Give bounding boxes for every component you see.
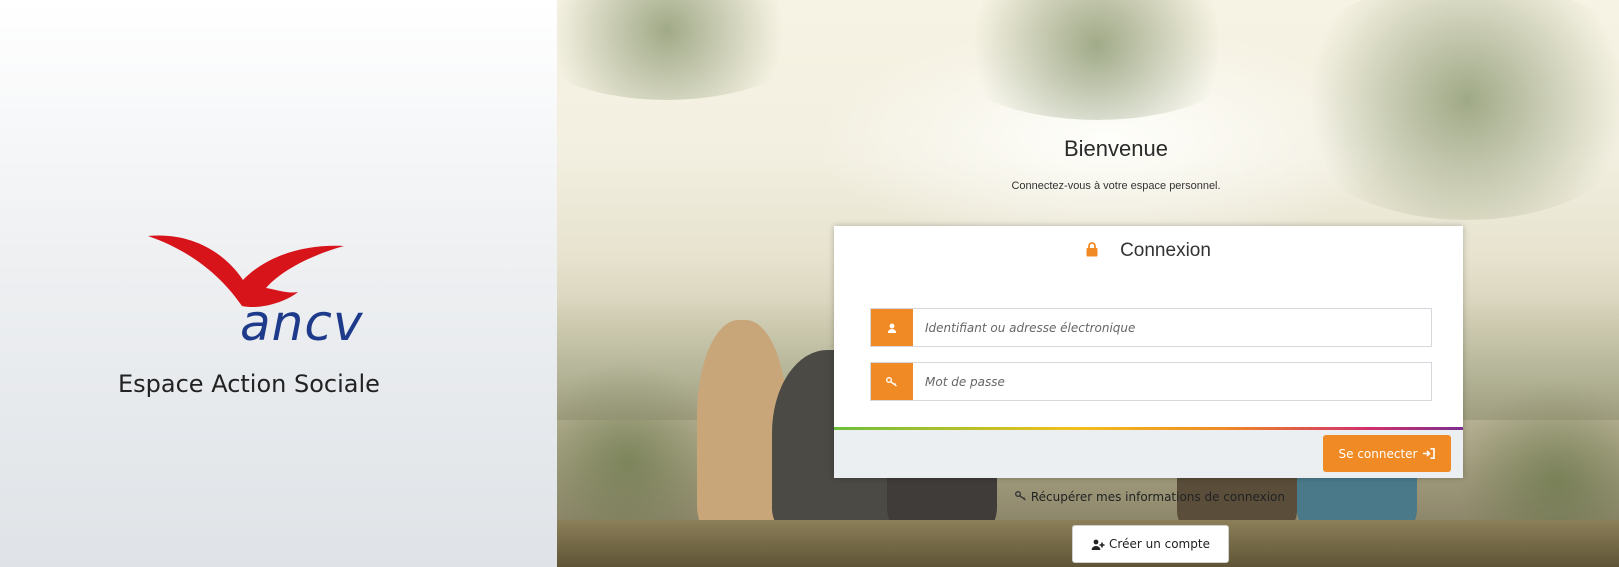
- login-card-title: Connexion: [1120, 240, 1211, 261]
- login-card-footer: Se connecter: [834, 430, 1463, 478]
- sign-in-icon: [1423, 448, 1436, 459]
- recover-credentials-link[interactable]: Récupérer mes informations de connexion: [990, 490, 1310, 504]
- password-input[interactable]: [925, 363, 1415, 400]
- username-field[interactable]: [870, 308, 1432, 347]
- ancv-logo: ancv: [148, 232, 378, 362]
- username-input[interactable]: [925, 309, 1415, 346]
- logo-wordmark: ancv: [240, 294, 364, 352]
- key-icon: [871, 363, 913, 400]
- welcome-title: Bienvenue: [1064, 136, 1168, 161]
- add-user-icon: [1091, 539, 1105, 550]
- recover-credentials-label: Récupérer mes informations de connexion: [1030, 490, 1285, 504]
- login-card: Connexion Se connecter: [834, 226, 1463, 478]
- login-button-label: Se connecter: [1338, 446, 1418, 461]
- brand-subtitle: Espace Action Sociale: [118, 370, 380, 398]
- key-icon: [1015, 491, 1027, 501]
- login-button[interactable]: Se connecter: [1323, 435, 1451, 472]
- user-icon: [871, 309, 913, 346]
- welcome-subtitle: Connectez-vous à votre espace personnel.: [1011, 180, 1221, 192]
- brand-panel: ancv Espace Action Sociale: [0, 0, 557, 567]
- login-card-header: Connexion: [834, 240, 1463, 263]
- password-field[interactable]: [870, 362, 1432, 401]
- lock-icon: [1086, 241, 1098, 263]
- create-account-button[interactable]: Créer un compte: [1072, 525, 1229, 563]
- create-account-label: Créer un compte: [1109, 537, 1210, 551]
